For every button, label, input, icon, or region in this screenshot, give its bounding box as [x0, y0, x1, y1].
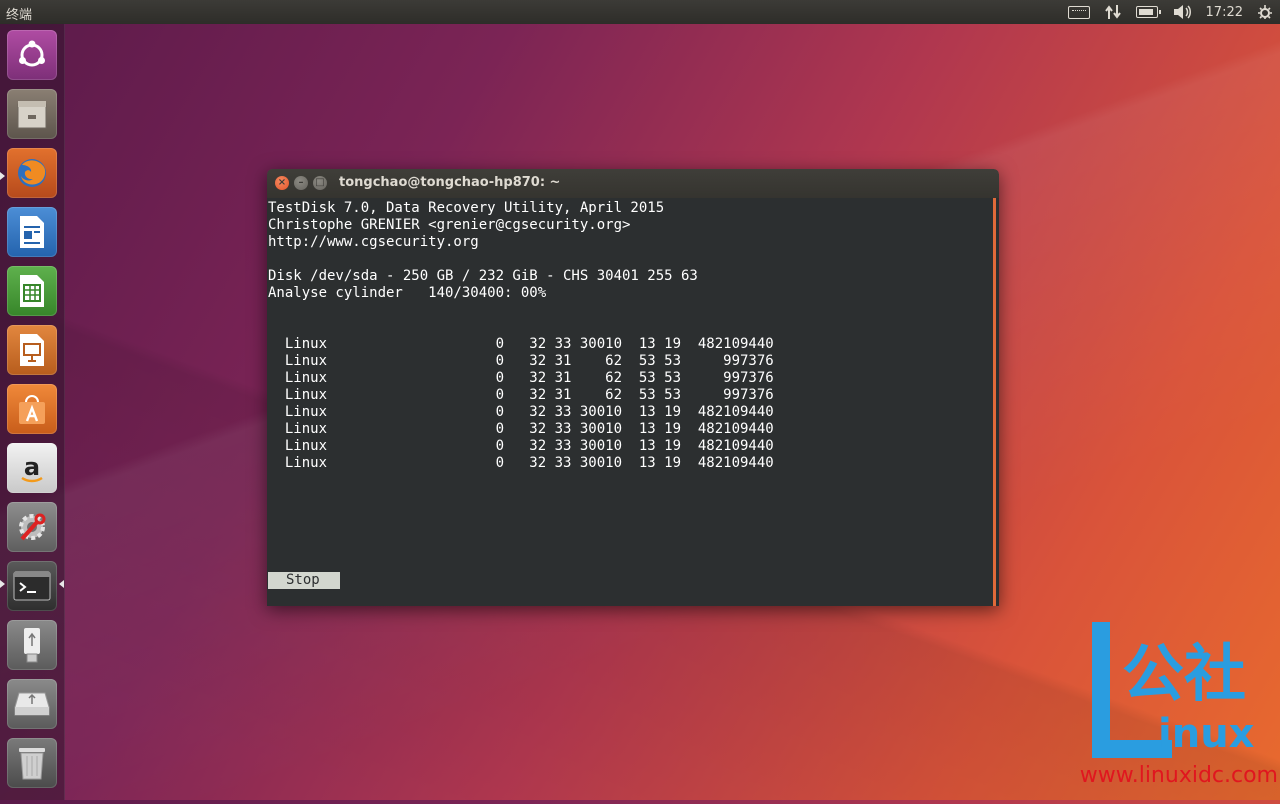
svg-text:公社: 公社 [1122, 637, 1246, 710]
amazon-icon[interactable]: a [7, 443, 57, 493]
session-gear-icon[interactable] [1257, 4, 1273, 20]
svg-text:a: a [24, 453, 40, 481]
ubuntu-dash-icon[interactable] [7, 30, 57, 80]
battery-icon[interactable] [1135, 6, 1161, 18]
active-app-title: 终端 [6, 8, 33, 23]
software-center-icon[interactable] [7, 384, 57, 434]
stop-button[interactable]: Stop [268, 572, 340, 589]
firefox-icon[interactable] [7, 148, 57, 198]
clock[interactable]: 17:22 [1206, 5, 1243, 20]
usb-drive-icon[interactable] [7, 620, 57, 670]
terminal-window: × – □ tongchao@tongchao-hp870: ~ TestDis… [267, 169, 999, 606]
partition-list: Linux 0 32 33 30010 13 19 482109440 Linu… [284, 336, 774, 471]
disk-drive-icon[interactable] [7, 679, 57, 729]
window-title: tongchao@tongchao-hp870: ~ [339, 175, 561, 190]
libreoffice-impress-icon[interactable] [7, 325, 57, 375]
svg-text:inux: inux [1158, 711, 1255, 757]
files-icon[interactable] [7, 89, 57, 139]
terminal-scrollbar[interactable] [989, 198, 999, 606]
testdisk-header: TestDisk 7.0, Data Recovery Utility, Apr… [268, 200, 698, 301]
system-tray: 17:22 [1061, 0, 1280, 24]
volume-icon[interactable] [1172, 4, 1192, 20]
system-settings-icon[interactable] [7, 502, 57, 552]
trash-icon[interactable] [7, 738, 57, 788]
window-titlebar[interactable]: × – □ tongchao@tongchao-hp870: ~ [267, 169, 999, 198]
watermark-url: www.linuxidc.com [1080, 763, 1278, 788]
maximize-icon[interactable]: □ [313, 176, 327, 190]
minimize-icon[interactable]: – [294, 176, 308, 190]
keyboard-icon[interactable] [1067, 5, 1090, 19]
launcher: a [0, 24, 65, 800]
top-panel: 终端 17:22 [0, 0, 1280, 24]
terminal-output[interactable]: TestDisk 7.0, Data Recovery Utility, Apr… [267, 198, 989, 606]
terminal-icon[interactable] [7, 561, 57, 611]
libreoffice-writer-icon[interactable] [7, 207, 57, 257]
linuxidc-watermark: 公社 inux www.linuxidc.com [1080, 610, 1280, 800]
close-icon[interactable]: × [275, 176, 289, 190]
libreoffice-calc-icon[interactable] [7, 266, 57, 316]
network-icon[interactable] [1104, 4, 1122, 20]
